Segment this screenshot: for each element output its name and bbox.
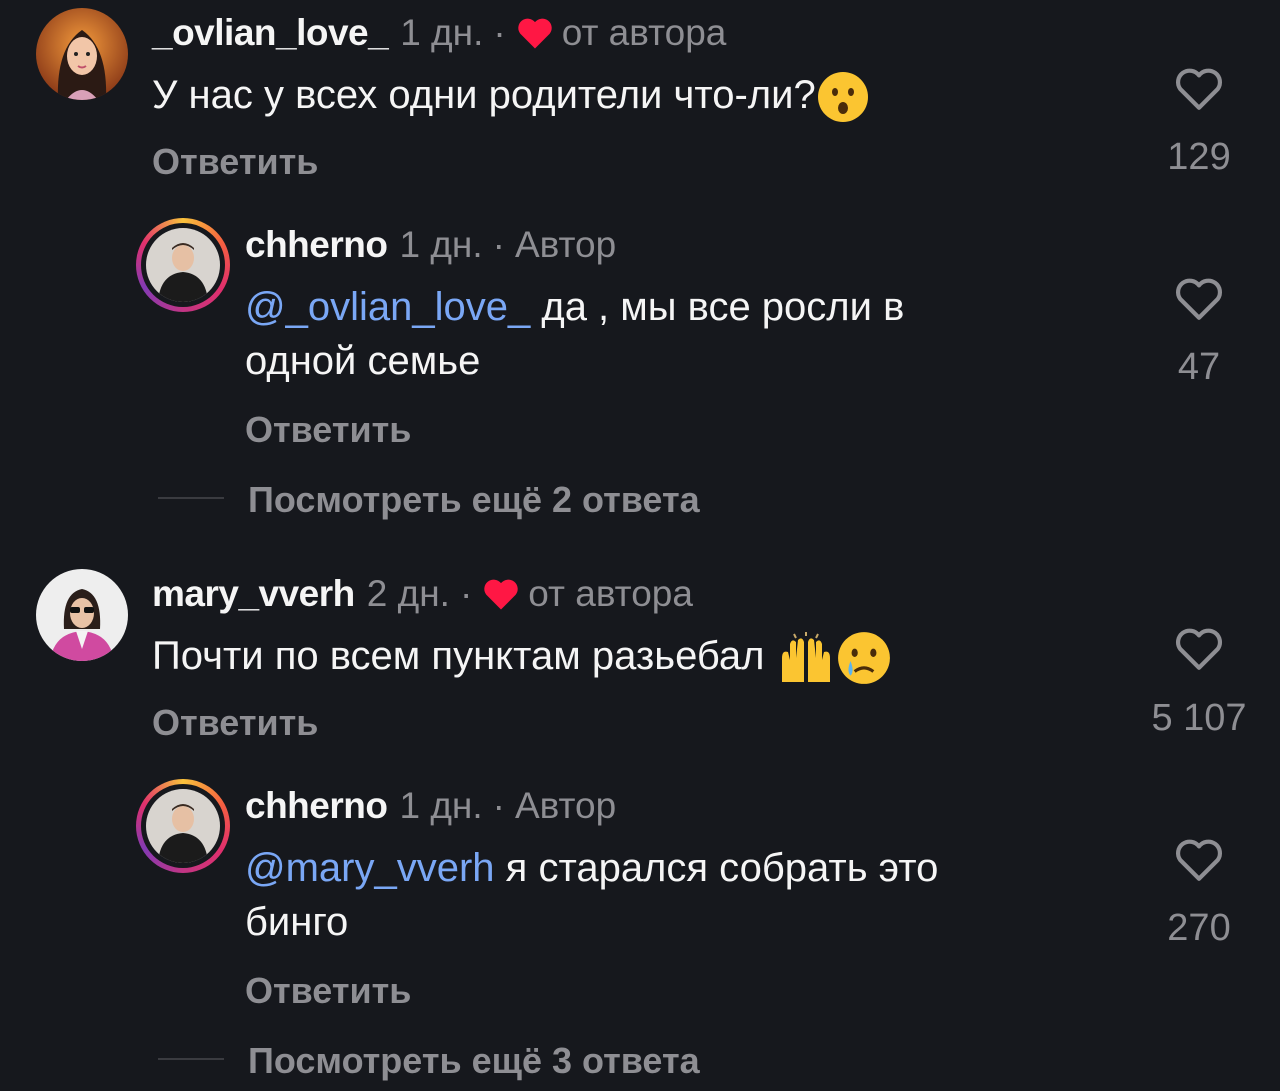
comment-text: @_ovlian_love_ да , мы все росли в одной…: [245, 280, 1125, 388]
comment-body-line2: бинго: [245, 900, 349, 944]
avatar[interactable]: [36, 8, 128, 100]
liked-by-author-label: от автора: [561, 12, 727, 53]
comment-body-line1: да , мы все росли в: [530, 285, 905, 329]
author-heart-icon: [517, 18, 552, 49]
comment-body: Почти по всем пунктам разьебал: [152, 634, 765, 678]
separator: ·: [492, 224, 505, 265]
reply-button[interactable]: Ответить: [245, 409, 411, 451]
like-heart-icon[interactable]: [1174, 837, 1224, 883]
comment-body-line2: одной семье: [245, 339, 481, 383]
woman-doll-avatar-icon: [36, 8, 128, 100]
timestamp: 2 дн.: [366, 573, 450, 614]
timestamp: 1 дн.: [400, 12, 484, 53]
separator: ·: [493, 12, 506, 53]
username[interactable]: _ovlian_love_: [152, 12, 389, 54]
author-tag: Автор: [514, 785, 617, 826]
comment-body-line1: я старался собрать это: [494, 846, 939, 890]
timestamp: 1 дн.: [399, 224, 483, 265]
comment-meta: chherno 1 дн. · Автор: [245, 785, 616, 827]
liked-by-author-label: от автора: [528, 573, 693, 614]
mention-link[interactable]: @_ovlian_love_: [245, 285, 530, 329]
separator: ·: [459, 573, 473, 614]
timestamp: 1 дн.: [399, 785, 483, 826]
comment-text: @mary_vverh я старался собрать это бинго: [245, 841, 1125, 949]
author-tag: Автор: [514, 224, 617, 265]
separator: ·: [492, 785, 505, 826]
avatar-story-ring[interactable]: [136, 779, 230, 873]
author-heart-icon: [484, 579, 518, 610]
raising-hands-emoji-icon: [781, 632, 830, 683]
like-heart-icon[interactable]: [1174, 276, 1224, 322]
username[interactable]: chherno: [245, 785, 388, 827]
avatar[interactable]: [36, 569, 128, 661]
comment-text: Почти по всем пунктам разьебал: [152, 629, 892, 686]
divider: [158, 497, 224, 499]
man-avatar-icon: [146, 228, 220, 302]
comment-body: У нас у всех одни родители что-ли?: [152, 73, 816, 117]
like-heart-icon[interactable]: [1174, 626, 1224, 672]
divider: [158, 1058, 224, 1060]
username[interactable]: chherno: [245, 224, 388, 266]
hushed-face-emoji-icon: [817, 72, 868, 123]
reply-button[interactable]: Ответить: [152, 141, 318, 183]
like-count: 5 107: [1151, 697, 1247, 739]
comment-meta: _ovlian_love_ 1 дн. · от автора: [152, 12, 726, 54]
man-avatar-icon: [146, 789, 220, 863]
woman-pink-jacket-avatar-icon: [36, 569, 128, 661]
view-more-replies-button[interactable]: Посмотреть ещё 2 ответа: [248, 479, 700, 521]
like-count: 270: [1167, 907, 1231, 949]
comment-text: У нас у всех одни родители что-ли?: [152, 68, 870, 124]
comment-meta: chherno 1 дн. · Автор: [245, 224, 616, 266]
like-count: 129: [1167, 136, 1231, 178]
view-more-replies-button[interactable]: Посмотреть ещё 3 ответа: [248, 1040, 700, 1082]
reply-button[interactable]: Ответить: [245, 970, 411, 1012]
like-heart-icon[interactable]: [1174, 66, 1224, 112]
mention-link[interactable]: @mary_vverh: [245, 846, 495, 890]
crying-face-emoji-icon: [837, 632, 890, 685]
avatar-story-ring[interactable]: [136, 218, 230, 312]
like-count: 47: [1177, 346, 1221, 388]
reply-button[interactable]: Ответить: [152, 702, 318, 744]
username[interactable]: mary_vverh: [152, 573, 355, 615]
comment-meta: mary_vverh 2 дн. · от автора: [152, 573, 693, 615]
